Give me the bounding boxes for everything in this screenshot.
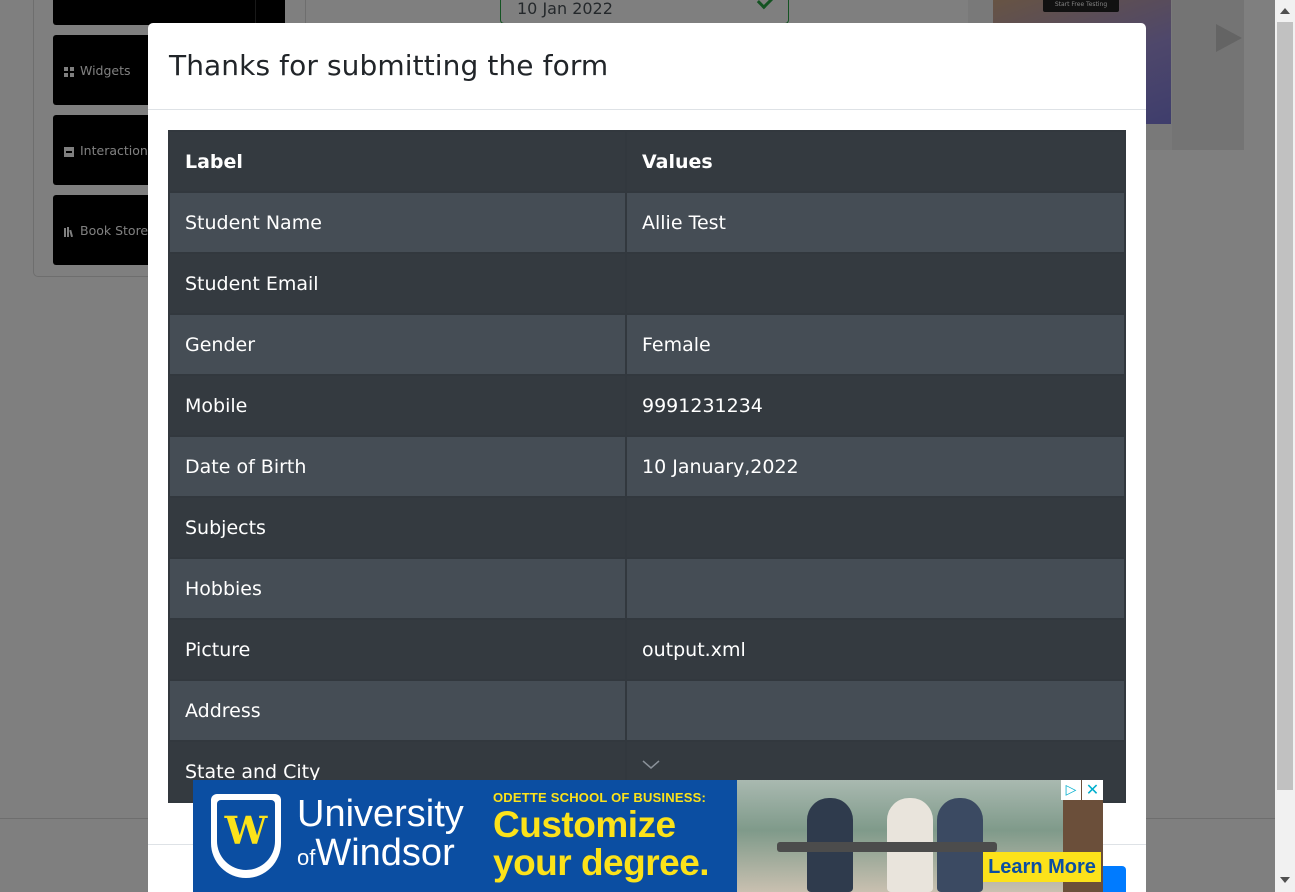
modal-body[interactable]: Label Values Student Name Allie Test Stu…	[168, 130, 1126, 806]
table-row: Hobbies	[168, 557, 1126, 620]
row-value	[625, 679, 1126, 742]
header-values: Values	[625, 130, 1126, 193]
banner-headline-line1: Customize	[493, 804, 676, 845]
banner-university-brand: W University ofWindsor	[193, 780, 475, 892]
row-value: 10 January,2022	[625, 435, 1126, 498]
university-shield-logo: W	[211, 794, 281, 878]
table-header-row: Label Values	[168, 130, 1126, 193]
table-row: Gender Female	[168, 313, 1126, 376]
row-label: Hobbies	[168, 557, 627, 620]
header-label: Label	[168, 130, 627, 193]
row-label: Address	[168, 679, 627, 742]
table-row: Address	[168, 679, 1126, 742]
banner-headline-block: ODETTE SCHOOL OF BUSINESS: Customize you…	[475, 780, 737, 892]
scroll-up-arrow-icon[interactable]	[1280, 8, 1290, 14]
modal-header: Thanks for submitting the form	[148, 23, 1146, 110]
table-row: Picture output.xml	[168, 618, 1126, 681]
row-label: Student Email	[168, 252, 627, 315]
row-value: Allie Test	[625, 191, 1126, 254]
scroll-down-arrow-icon[interactable]	[1280, 877, 1290, 883]
row-label: Mobile	[168, 374, 627, 437]
row-value: output.xml	[625, 618, 1126, 681]
row-value	[625, 496, 1126, 559]
scroll-thumb[interactable]	[1277, 22, 1293, 790]
modal-title: Thanks for submitting the form	[169, 49, 609, 82]
chevron-down-icon	[642, 759, 660, 769]
row-label: Subjects	[168, 496, 627, 559]
table-row: Subjects	[168, 496, 1126, 559]
row-label: Date of Birth	[168, 435, 627, 498]
submission-table: Label Values Student Name Allie Test Stu…	[168, 130, 1126, 803]
university-name-prefix: of	[297, 844, 316, 870]
row-value: 9991231234	[625, 374, 1126, 437]
page-scrollbar[interactable]	[1275, 0, 1295, 892]
table-row: Mobile 9991231234	[168, 374, 1126, 437]
shield-letter: W	[217, 800, 275, 870]
banner-headline-line2: your degree.	[493, 842, 710, 883]
table-row: Date of Birth 10 January,2022	[168, 435, 1126, 498]
banner-ad[interactable]: W University ofWindsor ODETTE SCHOOL OF …	[193, 780, 1103, 892]
row-value	[625, 557, 1126, 620]
close-ad-icon[interactable]: ✕	[1082, 780, 1103, 800]
row-label: Student Name	[168, 191, 627, 254]
university-name: University ofWindsor	[297, 795, 464, 878]
row-label: Picture	[168, 618, 627, 681]
submission-modal: Thanks for submitting the form Label Val…	[148, 23, 1146, 892]
university-name-line1: University	[297, 792, 464, 835]
university-name-city: Windsor	[315, 831, 455, 874]
table-row: Student Email	[168, 252, 1126, 315]
adchoices-icon[interactable]: ▷	[1061, 780, 1081, 800]
table-row: Student Name Allie Test	[168, 191, 1126, 254]
row-value: Female	[625, 313, 1126, 376]
photo-table	[777, 842, 997, 852]
row-value	[625, 252, 1126, 315]
learn-more-button[interactable]: Learn More	[983, 852, 1101, 882]
row-label: Gender	[168, 313, 627, 376]
university-name-line2: ofWindsor	[297, 833, 464, 878]
banner-school: ODETTE SCHOOL OF BUSINESS:	[493, 790, 706, 805]
